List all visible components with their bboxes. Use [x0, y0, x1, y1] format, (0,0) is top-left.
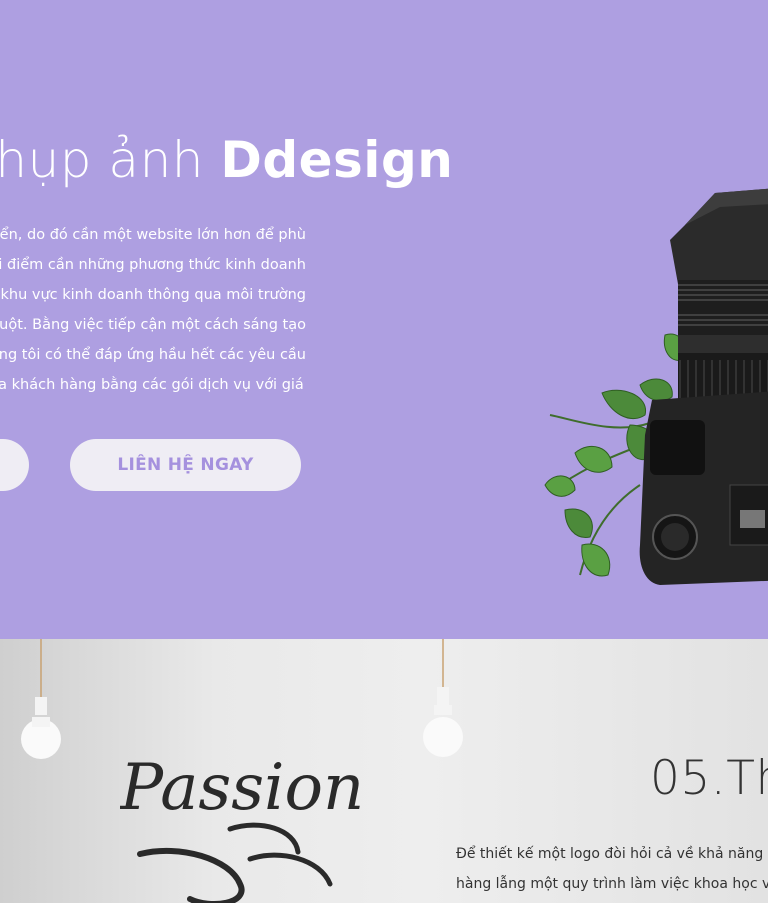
hero-line: trực tuyến chỉ bằng một cú nhấp chuột. B…: [0, 317, 306, 333]
contact-button[interactable]: LIÊN HỆ NGAY: [70, 439, 301, 491]
camera-image: [544, 188, 768, 585]
hero-description: Doanh nghiệp ngày càng phát triển, do đó…: [0, 220, 306, 400]
hero-title-brand: Ddesign: [220, 131, 454, 189]
light-bulb-icon: [423, 639, 463, 757]
hero-line: của khách hàng bằng các gói dịch vụ với …: [0, 377, 306, 393]
hero-line: và chuyên nghiệp, chúng tôi có thể đáp ứ…: [0, 347, 306, 363]
section-line: Để thiết kế một logo đòi hỏi cả về khả n…: [456, 846, 768, 862]
hero-line: Doanh nghiệp ngày càng phát triển, do đó…: [0, 227, 306, 243]
hero-title-prefix: Chụp ảnh: [0, 131, 204, 189]
section-title: 05.Thiết kế logo: [650, 751, 768, 806]
hero-section: Chụp ảnh Ddesign Doanh nghiệp ngày càng …: [0, 0, 768, 639]
section-description: Để thiết kế một logo đòi hỏi cả về khả n…: [456, 839, 768, 899]
hero-title: Chụp ảnh Ddesign: [0, 128, 453, 192]
hero-line: mới nhằm mở rộng các khu vực kinh doanh …: [0, 287, 306, 303]
light-bulb-icon: [21, 639, 61, 759]
section-line: hàng lẫng một quy trình làm việc khoa họ…: [456, 876, 768, 892]
logo-design-section: Passion 05.Thiết kế logo Để thiết kế một…: [0, 639, 768, 903]
passion-text: Passion: [120, 751, 364, 825]
hero-line: hợp với quy mô, đồng thời đồng thời điểm…: [0, 257, 306, 273]
hero-secondary-button[interactable]: [0, 439, 29, 491]
passion-graphic: Passion: [120, 751, 364, 903]
